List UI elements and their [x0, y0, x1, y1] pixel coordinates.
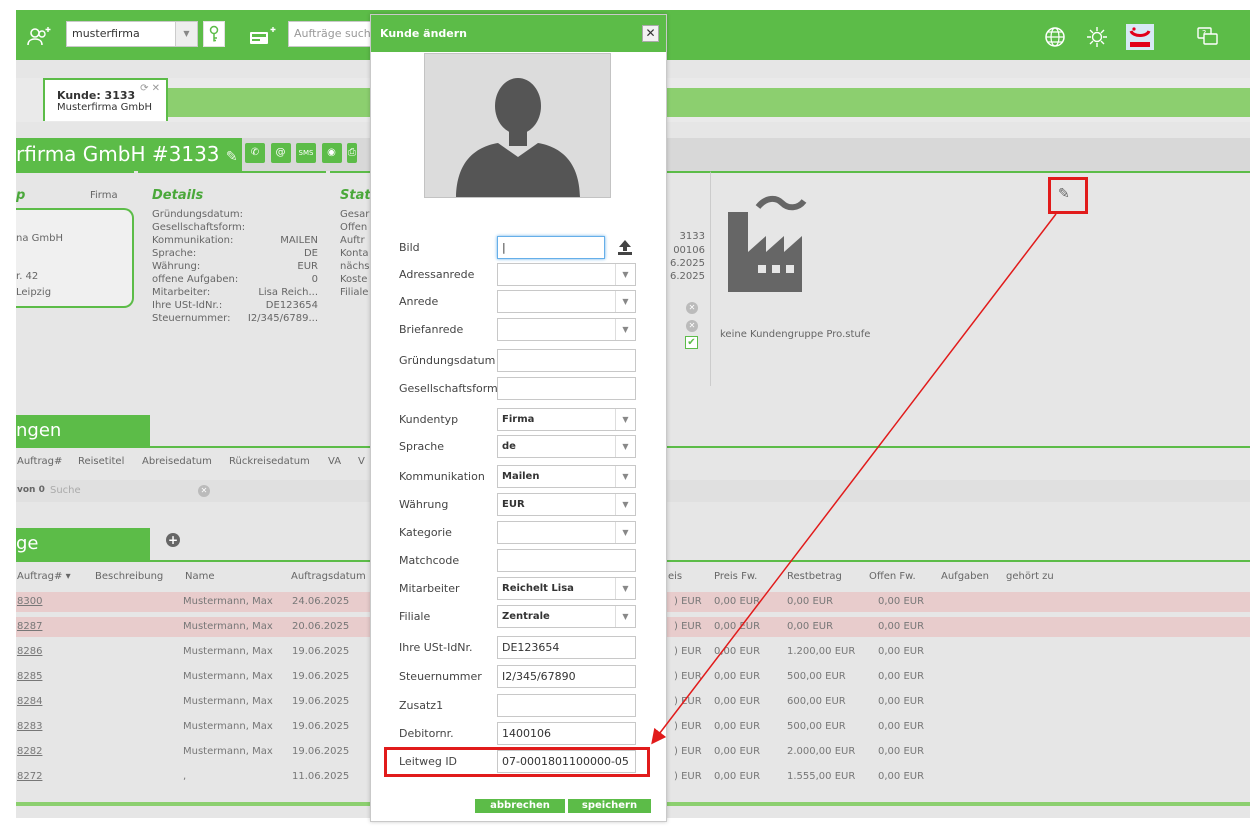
annotation-arrow: [651, 213, 1057, 745]
